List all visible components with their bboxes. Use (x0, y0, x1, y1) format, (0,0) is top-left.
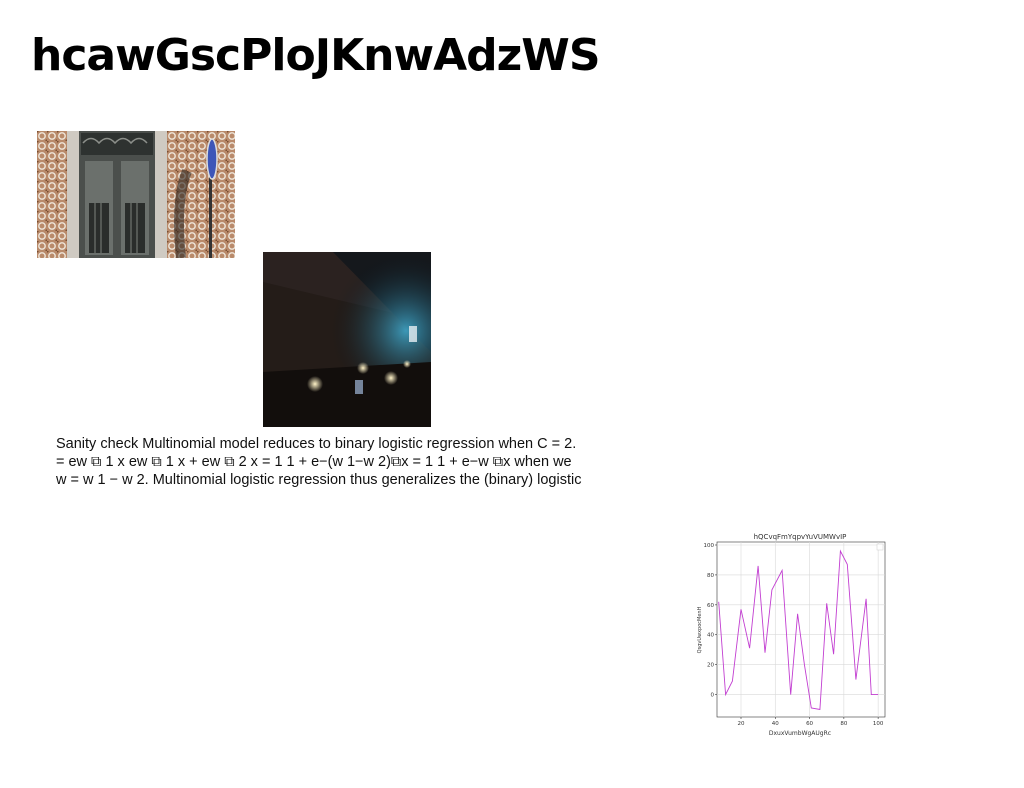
y-tick-label: 60 (707, 603, 714, 609)
plot-area: 20 40 60 80 100 0 20 40 60 80 100 (704, 541, 886, 727)
x-tick-label: 20 (738, 721, 745, 727)
text-line: Sanity check Multinomial model reduces t… (56, 436, 577, 452)
text-line: = ew ⧉ 1 x ew ⧉ 1 x + ew ⧉ 2 x = 1 1 + e… (56, 454, 572, 470)
body-text: Sanity check Multinomial model reduces t… (56, 435, 696, 489)
line-chart-svg: 20 40 60 80 100 0 20 40 60 80 100 hQCvqFmYqpvYuVUM… (697, 533, 886, 737)
y-tick-label: 80 (707, 573, 714, 579)
y-tick-label: 0 (711, 693, 715, 699)
x-tick-label: 40 (772, 721, 779, 727)
legend-box (876, 543, 884, 551)
door-photo (37, 131, 235, 258)
y-tick-label: 100 (704, 543, 715, 549)
y-axis-label: QsgvUwxpocMenH (697, 606, 703, 653)
text-line: w = w 1 − w 2. Multinomial logistic regr… (56, 472, 582, 488)
x-tick-label: 100 (873, 721, 884, 727)
chart-title: hQCvqFmYqpvYuVUMWvIP (754, 533, 847, 541)
plot-frame (716, 541, 886, 718)
line-chart: 20 40 60 80 100 0 20 40 60 80 100 hQCvqFmYqpvYuVUM… (692, 528, 892, 742)
y-tick-label: 20 (707, 663, 714, 669)
x-tick-label: 60 (806, 721, 813, 727)
tunnel-photo (263, 252, 431, 427)
page-title: hcawGscPloJKnwAdzWS (31, 30, 601, 81)
x-axis-label: DxuxVumbWgAUgRc (769, 730, 831, 737)
x-tick-label: 80 (840, 721, 847, 727)
y-tick-label: 40 (707, 633, 714, 639)
